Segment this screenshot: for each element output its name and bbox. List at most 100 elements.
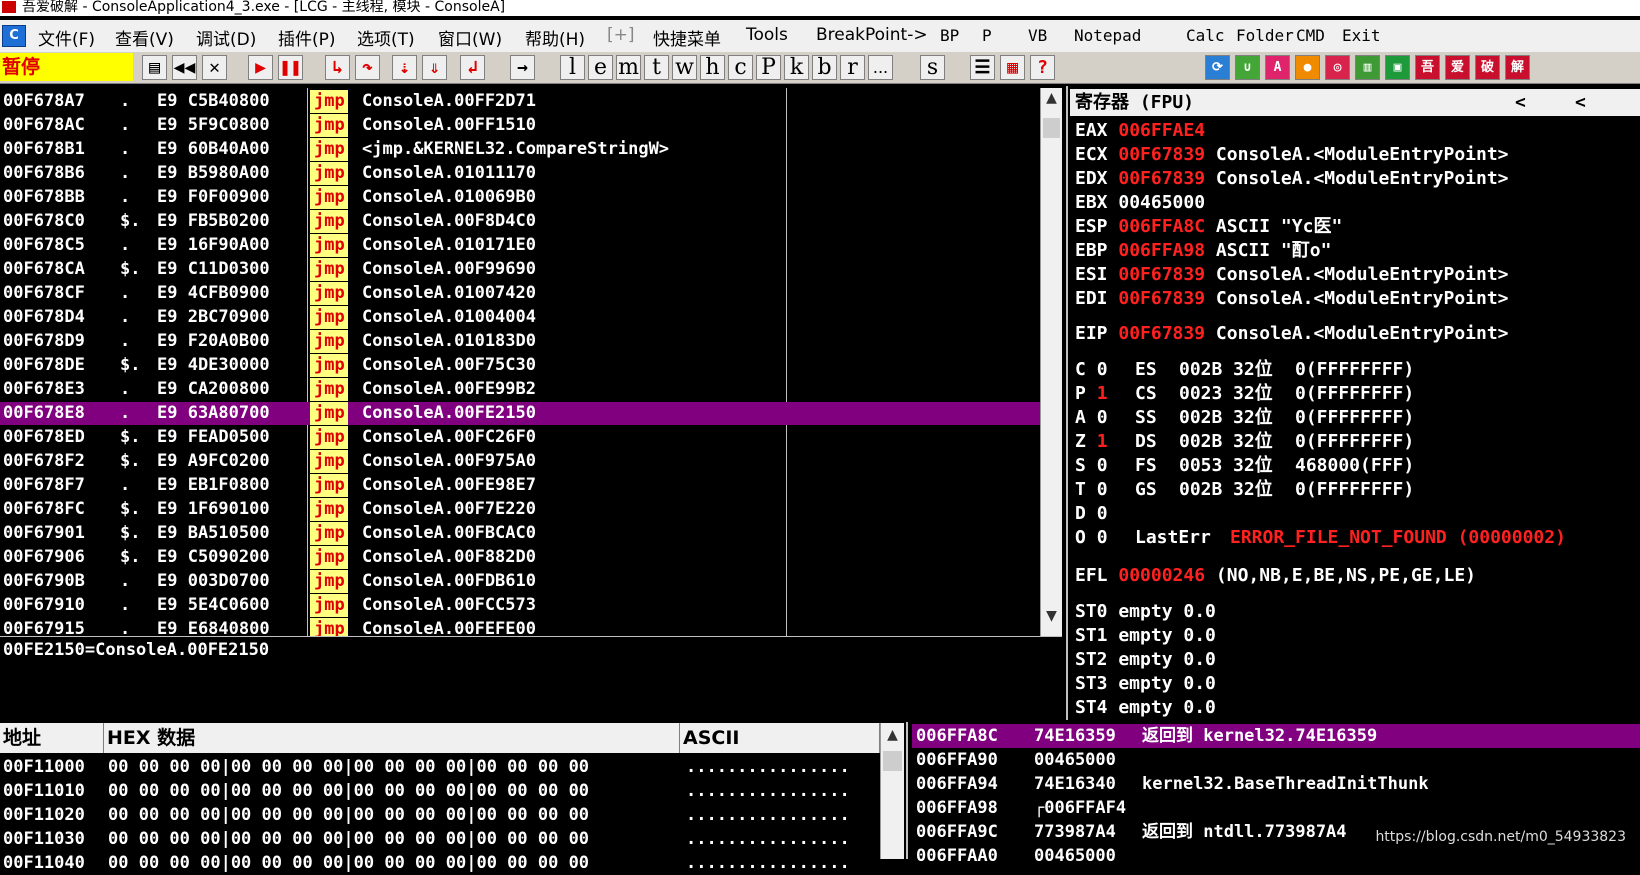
breakpoints-button[interactable]: b (812, 55, 837, 80)
register-line[interactable]: C 0 ES 002B 32位 0(FFFFFFFF) (1075, 358, 1414, 382)
plugin-target-icon[interactable]: ◎ (1325, 55, 1350, 80)
prev-view-icon[interactable]: < (1515, 89, 1526, 116)
vb-button[interactable]: VB (1028, 26, 1068, 52)
bp-button[interactable]: BP (940, 26, 976, 52)
menu-plus[interactable]: [+] (607, 25, 635, 45)
menu-file[interactable]: 文件(F) (38, 25, 95, 50)
register-value[interactable]: 006FFA8C (1118, 216, 1205, 237)
menu-options[interactable]: 选项(T) (357, 25, 415, 50)
dump-scrollbar[interactable]: ▲ (880, 723, 904, 859)
stack-row[interactable]: 006FFA90 00465000 (912, 748, 1640, 772)
system-menu-icon[interactable]: C (2, 25, 26, 47)
disasm-row[interactable]: 00F678ED $. E9 FEAD0500 jmp ConsoleA.00FC26F… (0, 426, 1040, 449)
scroll-down-icon[interactable]: ▼ (1041, 608, 1062, 624)
stack-row[interactable]: 006FFAA0 00465000 (912, 844, 1640, 868)
refresh-icon[interactable]: ⟳ (1205, 55, 1230, 80)
goto-icon[interactable]: → (510, 55, 535, 80)
fpu-register-line[interactable]: ST2 empty 0.0 (1075, 648, 1216, 672)
disasm-row[interactable]: 00F678D4. E9 2BC70900 jmp ConsoleA.01004004 (0, 306, 1040, 329)
register-line[interactable]: EDI 00F67839 ConsoleA.<ModuleEntryPoint> (1075, 287, 1509, 311)
disasm-row[interactable]: 00F67910. E9 5E4C0600 jmp ConsoleA.00FCC573 (0, 594, 1040, 617)
register-line[interactable]: Z 1 DS 002B 32位 0(FFFFFFFF) (1075, 430, 1414, 454)
plugin-ai-icon[interactable]: 爱 (1445, 55, 1470, 80)
close-icon[interactable]: ✕ (202, 55, 227, 80)
register-value[interactable]: 00F67839 (1118, 144, 1205, 165)
log-window-button[interactable]: l (560, 55, 585, 80)
executable-modules-button[interactable]: e (588, 55, 613, 80)
handles-button[interactable]: h (700, 55, 725, 80)
stack-row[interactable]: 006FFA98 ┌006FFAF4 (912, 796, 1640, 820)
menu-plugins[interactable]: 插件(P) (278, 25, 336, 50)
disassembly-scrollbar[interactable]: ▲ ▼ (1040, 88, 1062, 636)
register-line[interactable]: A 0 SS 002B 32位 0(FFFFFFFF) (1075, 406, 1414, 430)
calc-button[interactable]: Calc (1186, 26, 1230, 52)
step-into-icon[interactable]: ↳ (325, 55, 350, 80)
efl-value[interactable]: 00000246 (1118, 565, 1205, 586)
register-line[interactable]: ECX 00F67839 ConsoleA.<ModuleEntryPoint> (1075, 143, 1509, 167)
patches-button[interactable]: P (756, 55, 781, 80)
register-line[interactable]: EBP 006FFA98 ASCII "酊o" (1075, 239, 1331, 263)
run-icon[interactable]: ▶ (248, 55, 273, 80)
register-line[interactable]: D 0 (1075, 502, 1108, 526)
menu-tools[interactable]: Tools (746, 25, 788, 45)
scroll-thumb[interactable] (1043, 118, 1060, 138)
disasm-row[interactable]: 00F678E8. E9 63A80700 jmp ConsoleA.00FE2150 (0, 402, 1040, 425)
pause-icon[interactable]: ❚❚ (278, 55, 303, 80)
disasm-row[interactable]: 00F678C5. E9 16F90A00 jmp ConsoleA.010171E0 (0, 234, 1040, 257)
menu-debug[interactable]: 调试(D) (196, 25, 256, 50)
execute-till-return-icon[interactable]: ↲ (460, 55, 485, 80)
flag-bit[interactable]: 1 (1097, 383, 1108, 404)
disasm-row[interactable]: 00F678F2 $. E9 A9FC0200 jmp ConsoleA.00F975A… (0, 450, 1040, 473)
fpu-register-line[interactable]: ST3 empty 0.0 (1075, 672, 1216, 696)
register-value[interactable]: 00465000 (1118, 192, 1205, 213)
register-line[interactable]: O 0 LastErr ERROR_FILE_NOT_FOUND (00000002… (1075, 526, 1566, 550)
register-value[interactable]: 00F67839 (1118, 288, 1205, 309)
fpu-register-line[interactable]: ST4 empty 0.0 (1075, 696, 1216, 720)
plugin-po-icon[interactable]: 破 (1475, 55, 1500, 80)
disasm-row[interactable]: 00F678CA $. E9 C11D0300 jmp ConsoleA.00F9969… (0, 258, 1040, 281)
flag-bit[interactable]: 0 (1097, 407, 1108, 428)
register-line[interactable]: ESP 006FFA8C ASCII "Yc医" (1075, 215, 1342, 239)
flag-bit[interactable]: 0 (1097, 527, 1108, 548)
rewind-icon[interactable]: ◀◀ (172, 55, 197, 80)
disasm-row[interactable]: 00F678B6. E9 B5980A00 jmp ConsoleA.01011170 (0, 162, 1040, 185)
disasm-row[interactable]: 00F67901 $. E9 BA510500 jmp ConsoleA.00FBCAC… (0, 522, 1040, 545)
stack-row[interactable]: 006FFA8C 74E16359 返回到 kernel32.74E16359 (912, 724, 1640, 748)
plugin-orange-icon[interactable]: ● (1295, 55, 1320, 80)
fpu-register-line[interactable]: ST0 empty 0.0 (1075, 600, 1216, 624)
register-line[interactable]: EBX 00465000 (1075, 191, 1205, 215)
register-line[interactable]: ESI 00F67839 ConsoleA.<ModuleEntryPoint> (1075, 263, 1509, 287)
call-stack-button[interactable]: k (784, 55, 809, 80)
trace-into-icon[interactable]: ⇣ (392, 55, 417, 80)
menu-view[interactable]: 查看(V) (115, 25, 174, 50)
disasm-row[interactable]: 00F678D9. E9 F20A0B00 jmp ConsoleA.010183D0 (0, 330, 1040, 353)
cmd-button[interactable]: CMD (1296, 26, 1338, 52)
menu-breakpoint[interactable]: BreakPoint-> (816, 25, 928, 45)
disasm-row[interactable]: 00F6790B. E9 003D0700 jmp ConsoleA.00FDB610 (0, 570, 1040, 593)
disasm-row[interactable]: 00F678AC. E9 5F9C0800 jmp ConsoleA.00FF1510 (0, 114, 1040, 137)
disasm-row[interactable]: 00F678C0 $. E9 FB5B0200 jmp ConsoleA.00F8D4C… (0, 210, 1040, 233)
threads-button[interactable]: t (644, 55, 669, 80)
scroll-up-icon[interactable]: ▲ (1041, 90, 1062, 106)
menu-shortcuts[interactable]: 快捷菜单 (653, 25, 721, 50)
folder-button[interactable]: Folder (1236, 26, 1294, 52)
plugin-jie-icon[interactable]: 解 (1505, 55, 1530, 80)
source-button[interactable]: s (920, 55, 945, 80)
help-icon[interactable]: ? (1030, 55, 1055, 80)
stack-row[interactable]: 006FFA94 74E16340 kernel32.BaseThreadInitT… (912, 772, 1640, 796)
trace-over-icon[interactable]: ⇓ (422, 55, 447, 80)
disasm-row[interactable]: 00F678BB. E9 F0F00900 jmp ConsoleA.010069B0 (0, 186, 1040, 209)
disasm-row[interactable]: 00F678B1. E9 60B40A00 jmp <jmp.&KERNEL32.Co… (0, 138, 1040, 161)
flag-bit[interactable]: 0 (1097, 503, 1108, 524)
references-button[interactable]: r (840, 55, 865, 80)
disasm-row[interactable]: 00F678F7. E9 EB1F0800 jmp ConsoleA.00FE98E7 (0, 474, 1040, 497)
flag-bit[interactable]: 0 (1097, 479, 1108, 500)
disasm-row[interactable]: 00F67906 $. E9 C5090200 jmp ConsoleA.00F882D… (0, 546, 1040, 569)
cpu-button[interactable]: c (728, 55, 753, 80)
register-line[interactable]: EIP 00F67839 ConsoleA.<ModuleEntryPoint> (1075, 322, 1509, 346)
plugin-screen-icon[interactable]: ▣ (1385, 55, 1410, 80)
notepad-button[interactable]: Notepad (1074, 26, 1180, 52)
scroll-thumb[interactable] (883, 751, 902, 771)
dump-ascii-header[interactable]: ASCII (680, 723, 880, 753)
register-line[interactable]: EFL 00000246 (NO,NB,E,BE,NS,PE,GE,LE) (1075, 564, 1476, 588)
